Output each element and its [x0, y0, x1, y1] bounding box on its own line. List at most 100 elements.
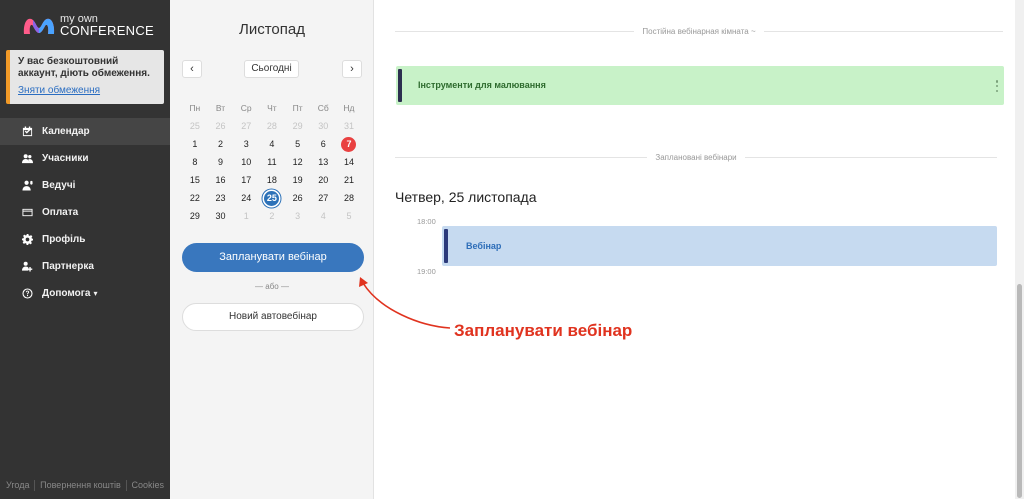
calendar-day[interactable]: 17 [233, 173, 259, 188]
calendar-day[interactable]: 28 [336, 191, 362, 206]
remove-limits-link[interactable]: Зняти обмеження [18, 85, 100, 96]
calendar-day-number: 12 [292, 156, 303, 167]
scheduled-webinars-heading: Заплановані вебінари [655, 152, 737, 162]
calendar-day-number: 28 [343, 192, 354, 203]
weekday-label: Пт [292, 103, 303, 113]
chevron-down-icon: ▾ [93, 289, 98, 298]
calendar-day-number: 17 [241, 174, 252, 185]
calendar-day[interactable]: 4 [310, 209, 336, 224]
calendar-day[interactable]: 25 [182, 119, 208, 134]
sidebar-item-presenters[interactable]: Ведучі [0, 172, 170, 199]
calendar-day[interactable]: 11 [259, 155, 285, 170]
calendar-day[interactable]: 4 [259, 137, 285, 152]
calendar-day-number: 3 [295, 210, 301, 221]
calendar-day[interactable]: 31 [336, 119, 362, 134]
account-notice: У вас безкоштовний аккаунт, діють обмеже… [6, 50, 164, 104]
calendar-day[interactable]: 30 [310, 119, 336, 134]
calendar-day[interactable]: 30 [208, 209, 234, 224]
sidebar-item-participants[interactable]: Учасники [0, 145, 170, 172]
calendar-day[interactable]: 21 [336, 173, 362, 188]
footer-link-refund[interactable]: Повернення коштів [40, 480, 121, 491]
calendar-day-number: 7 [341, 136, 357, 152]
calendar-week-row: 22 23 24 25 26 27 28 [182, 189, 362, 207]
calendar-week-row: 8 9 10 11 12 13 14 [182, 153, 362, 171]
calendar-day[interactable]: 1 [182, 137, 208, 152]
schedule-webinar-button[interactable]: Запланувати вебінар [182, 243, 364, 272]
sidebar-item-label: Календар [42, 126, 90, 137]
calendar-day[interactable]: 22 [182, 191, 208, 206]
footer-divider [34, 480, 36, 491]
calendar-day[interactable]: 12 [285, 155, 311, 170]
weekday-label: Ср [240, 103, 252, 113]
calendar-week-row: 25 26 27 28 29 30 31 [182, 117, 362, 135]
calendar-day[interactable]: 29 [285, 119, 311, 134]
sidebar-item-payment[interactable]: Оплата [0, 199, 170, 226]
calendar-day[interactable]: 8 [182, 155, 208, 170]
prev-month-button[interactable]: ‹ [182, 60, 202, 78]
calendar-day[interactable]: 14 [336, 155, 362, 170]
sidebar-item-calendar[interactable]: Календар [0, 118, 170, 145]
calendar-day[interactable]: 6 [310, 137, 336, 152]
calendar-day[interactable]: 5 [336, 209, 362, 224]
calendar-day[interactable]: 20 [310, 173, 336, 188]
today-button[interactable]: Сьогодні [244, 60, 299, 78]
calendar-day[interactable]: 19 [285, 173, 311, 188]
calendar-day[interactable]: 2 [259, 209, 285, 224]
calendar-day-number: 21 [343, 174, 354, 185]
calendar-day-number: 4 [320, 210, 326, 221]
calendar-day-number: 2 [218, 138, 224, 149]
sidebar-item-partner[interactable]: Партнерка [0, 253, 170, 280]
calendar-day[interactable]: 3 [285, 209, 311, 224]
weekday-label: Пн [189, 103, 201, 113]
calendar-day[interactable]: 1 [233, 209, 259, 224]
calendar-day[interactable]: 26 [208, 119, 234, 134]
permanent-room-card[interactable]: Інструменти для малювання [396, 66, 1004, 105]
calendar-day[interactable]: 15 [182, 173, 208, 188]
calendar-day[interactable]: 16 [208, 173, 234, 188]
calendar-day[interactable]: 18 [259, 173, 285, 188]
scrollbar-thumb[interactable] [1017, 284, 1022, 498]
footer-link-cookies[interactable]: Cookies [131, 480, 164, 491]
calendar-day[interactable]: 10 [233, 155, 259, 170]
weekday-label: Сб [317, 103, 329, 113]
calendar-day[interactable]: 2 [208, 137, 234, 152]
calendar-day-number: 19 [292, 174, 303, 185]
new-autowebinar-button[interactable]: Новий автовебінар [182, 303, 364, 331]
calendar-day[interactable]: 27 [233, 119, 259, 134]
calendar-day-today[interactable]: 7 [336, 136, 362, 152]
calendar-day-number: 14 [343, 156, 354, 167]
webinar-event-card[interactable]: Вебінар [442, 226, 997, 266]
calendar-day[interactable]: 5 [285, 137, 311, 152]
sidebar-item-profile[interactable]: Профіль [0, 226, 170, 253]
logo[interactable]: my own CONFERENCE [22, 12, 154, 38]
calendar-day[interactable]: 13 [310, 155, 336, 170]
footer-link-agreement[interactable]: Угода [6, 480, 29, 491]
notice-message: У вас безкоштовний аккаунт, діють обмеже… [18, 56, 150, 79]
calendar-day[interactable]: 3 [233, 137, 259, 152]
calendar-day-number: 20 [318, 174, 329, 185]
calendar-day-number: 3 [243, 138, 249, 149]
sidebar-item-help[interactable]: Допомога ▾ [0, 280, 170, 307]
calendar-day-number: 4 [269, 138, 275, 149]
next-month-button[interactable]: › [342, 60, 362, 78]
calendar-day[interactable]: 9 [208, 155, 234, 170]
calendar-day[interactable]: 29 [182, 209, 208, 224]
calendar-day[interactable]: 26 [285, 191, 311, 206]
calendar-day-number: 18 [266, 174, 277, 185]
weekday-label: Вт [215, 103, 226, 113]
calendar-day-number: 25 [264, 190, 280, 206]
sidebar-menu: Календар Учасники Ведучі Оплата Профіль … [0, 118, 170, 307]
calendar-day[interactable]: 23 [208, 191, 234, 206]
calendar-day-selected[interactable]: 25 [259, 190, 285, 206]
calendar-day[interactable]: 28 [259, 119, 285, 134]
logo-line2: CONFERENCE [60, 23, 155, 38]
calendar-day[interactable]: 24 [233, 191, 259, 206]
calendar-day[interactable]: 27 [310, 191, 336, 206]
calendar-day-number: 9 [218, 156, 224, 167]
event-card-accent [444, 229, 448, 263]
calendar-day-number: 1 [243, 210, 249, 221]
more-vert-icon[interactable] [994, 79, 1000, 93]
calendar-icon [22, 126, 33, 137]
page-scrollbar[interactable] [1015, 0, 1024, 499]
event-title: Вебінар [466, 241, 502, 251]
